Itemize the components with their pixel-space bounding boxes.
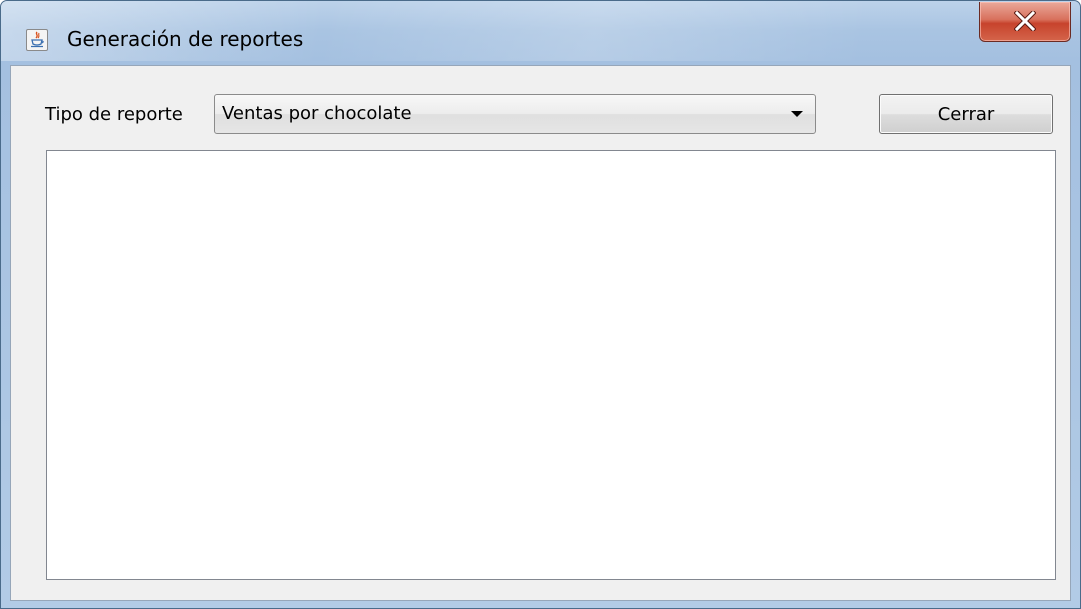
report-output-area[interactable] xyxy=(46,150,1056,580)
close-icon xyxy=(1014,11,1036,31)
window-title: Generación de reportes xyxy=(67,27,304,51)
close-button[interactable]: Cerrar xyxy=(879,94,1053,134)
report-type-label: Tipo de reporte xyxy=(45,104,183,125)
report-type-select[interactable]: Ventas por chocolate xyxy=(214,94,816,134)
chevron-down-icon[interactable] xyxy=(791,111,803,117)
title-bar[interactable]: Generación de reportes xyxy=(1,1,1080,65)
dialog-content: Tipo de reporte Ventas por chocolate Cer… xyxy=(10,65,1071,601)
report-type-selected-value: Ventas por chocolate xyxy=(222,103,412,124)
window-close-button[interactable] xyxy=(979,2,1071,42)
report-window: Generación de reportes Tipo de reporte V… xyxy=(0,0,1081,609)
java-cup-icon xyxy=(26,29,48,51)
